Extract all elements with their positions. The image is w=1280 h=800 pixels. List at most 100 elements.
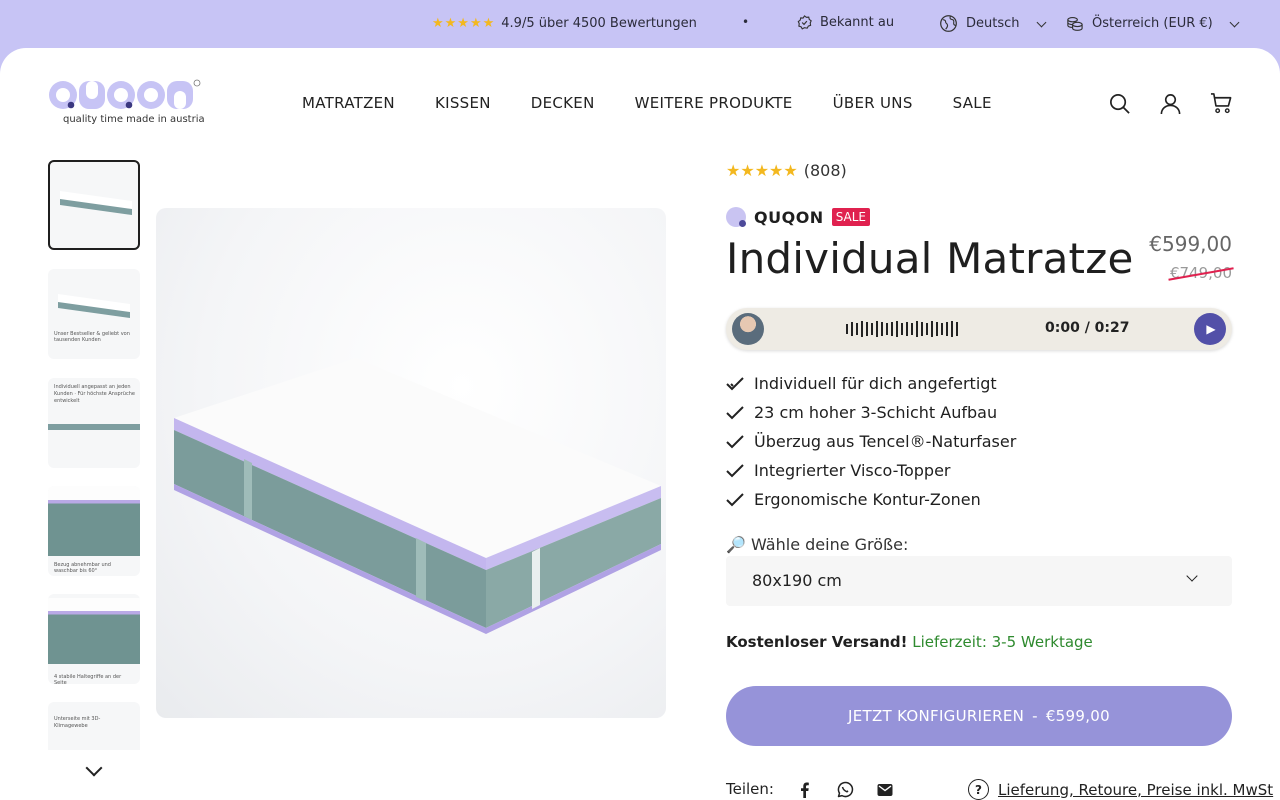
waveform-bar [951,321,953,337]
review-count: (808) [803,161,847,180]
thumbnail-caption: Unser Bestseller & geliebt von tausenden… [54,331,130,343]
size-select-value: 80x190 cm [752,571,842,590]
product-rating[interactable]: ★★★★★ (808) [726,161,847,180]
email-icon[interactable] [876,781,894,799]
waveform-bar [866,322,868,336]
waveform-bar [956,322,958,336]
waveform-bar [846,324,848,334]
language-label: Deutsch [966,16,1020,31]
waveform-bar [901,323,903,335]
thumbnail-6[interactable]: Unterseite mit 3D-Klimagewebe [48,702,140,750]
shipping-help-text: Lieferung, Retoure, Preise inkl. MwSt [998,780,1274,799]
waveform-bar [921,322,923,336]
nav-item-matratzen[interactable]: MATRATZEN [302,94,395,112]
product-old-price: €749,00 [1169,264,1232,282]
waveform-bar [886,323,888,335]
facebook-icon[interactable] [796,781,814,799]
chevron-down-icon [1229,17,1240,27]
feature-text: Ergonomische Kontur-Zonen [754,490,981,509]
thumbnail-caption: Individuell angepasst an jeden Kunden · … [54,384,135,404]
share-buttons [796,781,894,799]
feature-text: Individuell für dich angefertigt [754,374,997,393]
coins-icon [1067,17,1083,31]
rating-stars-icon: ★★★★★ [726,161,798,180]
product-main-image[interactable] [156,208,666,718]
product-title: Individual Matratze [726,234,1134,283]
size-label: 🔎 Wähle deine Größe: [726,535,909,554]
feature-item: Überzug aus Tencel®-Naturfaser [726,427,1016,456]
topbar-separator: • [742,15,750,29]
search-icon[interactable] [1108,92,1131,115]
feature-list: Individuell für dich angefertigt 23 cm h… [726,369,1016,514]
check-icon [726,492,744,506]
waveform-bar [906,322,908,336]
known-from-text: Bekannt au [820,15,895,30]
topbar-known-from[interactable]: Bekannt au [797,15,894,30]
language-selector[interactable]: Deutsch [939,14,1046,33]
feature-item: 23 cm hoher 3-Schicht Aufbau [726,398,1016,427]
feature-item: Individuell für dich angefertigt [726,369,1016,398]
thumbnail-caption: 4 stabile Haltegriffe an der Seite [54,674,122,684]
main-navigation: MATRATZEN KISSEN DECKEN WEITERE PRODUKTE… [302,94,992,112]
rating-stars-icon: ★★★★★ [432,16,496,31]
configure-button-separator: - [1032,707,1038,725]
brand-name: QUQON [754,207,824,227]
configure-button-label: JETZT KONFIGURIEREN [848,707,1025,725]
nav-item-weitere-produkte[interactable]: WEITERE PRODUKTE [635,94,793,112]
shipping-info: Kostenloser Versand! Lieferzeit: 3-5 Wer… [726,633,1093,651]
waveform-bar [936,322,938,336]
thumbnail-4[interactable]: Bezug abnehmbar und waschbar bis 60° [48,486,140,576]
waveform-bar [896,321,898,337]
nav-item-decken[interactable]: DECKEN [531,94,595,112]
share-label: Teilen: [726,780,774,798]
country-selector[interactable]: Österreich (EUR €) [1065,14,1240,33]
audio-waveform[interactable] [846,321,958,337]
brand-logo-icon [726,207,746,227]
waveform-bar [881,322,883,336]
globe-icon [940,15,957,32]
nav-item-kissen[interactable]: KISSEN [435,94,491,112]
nav-item-ueber-uns[interactable]: ÜBER UNS [833,94,913,112]
account-icon[interactable] [1159,92,1182,115]
thumbnail-1[interactable] [48,160,140,250]
feature-text: Integrierter Visco-Topper [754,461,951,480]
play-button[interactable]: ▶ [1194,313,1226,345]
chevron-down-icon[interactable] [85,759,103,777]
announcement-bar: ★★★★★ 4.9/5 über 4500 Bewertungen • Beka… [0,0,1280,48]
waveform-bar [861,321,863,337]
configure-button-price: €599,00 [1045,707,1110,725]
waveform-bar [911,323,913,335]
waveform-bar [931,321,933,337]
thumbnail-2[interactable]: Unser Bestseller & geliebt von tausenden… [48,269,140,359]
thumbnail-caption: Bezug abnehmbar und waschbar bis 60° [54,562,111,574]
shipping-free-text: Kostenloser Versand! [726,633,908,651]
waveform-bar [946,322,948,336]
chevron-down-icon [1036,17,1046,27]
waveform-bar [941,323,943,335]
shipping-help-link[interactable]: ? Lieferung, Retoure, Preise inkl. MwSt [968,779,1273,800]
page-content: quality time made in austria MATRATZEN K… [0,48,1280,800]
thumbnail-5[interactable]: 4 stabile Haltegriffe an der Seite [48,594,140,684]
badge-check-icon [797,15,812,30]
configure-button[interactable]: JETZT KONFIGURIEREN - €599,00 [726,686,1232,746]
feature-item: Ergonomische Kontur-Zonen [726,485,1016,514]
whatsapp-icon[interactable] [836,781,854,799]
thumbnail-3[interactable]: Individuell angepasst an jeden Kunden · … [48,378,140,468]
shipping-time: Lieferzeit: 3-5 Werktage [912,633,1093,651]
nav-item-sale[interactable]: SALE [953,94,992,112]
product-price: €599,00 [1149,232,1232,256]
question-icon: ? [968,779,989,800]
brand-row: QUQON SALE [726,207,871,227]
play-icon: ▶ [1206,322,1216,336]
sale-badge: SALE [831,208,871,226]
waveform-bar [856,323,858,335]
waveform-bar [891,322,893,336]
thumbnail-caption: Unterseite mit 3D-Klimagewebe [54,716,101,729]
cart-icon[interactable] [1210,92,1233,115]
waveform-bar [871,323,873,335]
check-icon [726,405,744,419]
avatar [732,313,764,345]
size-select[interactable]: 80x190 cm [726,556,1232,606]
check-icon [726,434,744,448]
country-label: Österreich (EUR €) [1092,16,1213,31]
